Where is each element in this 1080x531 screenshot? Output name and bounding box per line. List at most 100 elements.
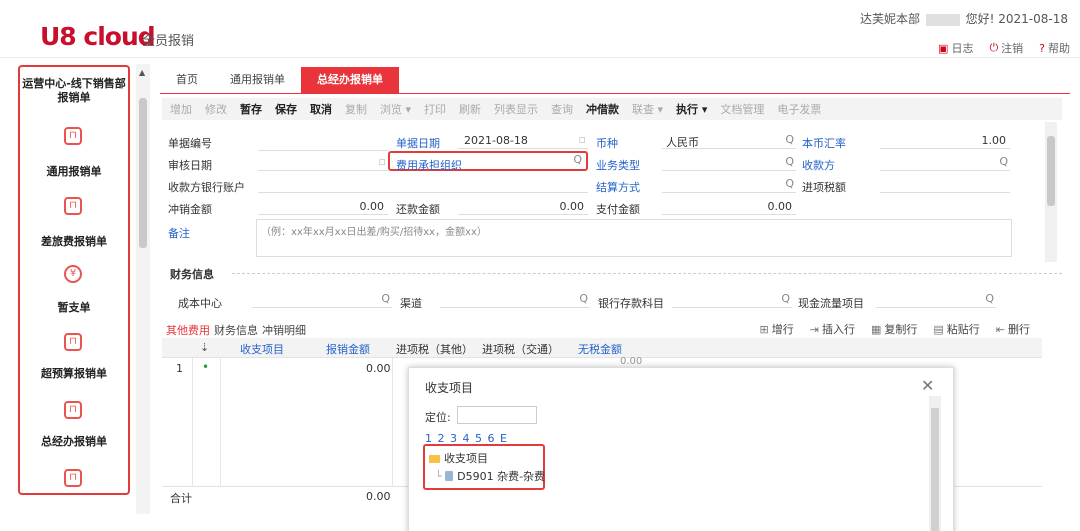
total-label: 合计 — [170, 492, 192, 505]
suitcase-icon[interactable]: ⊓ — [64, 401, 82, 419]
query-button[interactable]: 查询 — [551, 101, 573, 117]
bank-subject-field[interactable]: Q — [672, 292, 792, 308]
channel-field[interactable]: Q — [440, 292, 590, 308]
search-icon[interactable]: Q — [785, 177, 794, 190]
coin-icon[interactable]: ¥ — [64, 265, 82, 283]
refresh-button[interactable]: 刷新 — [459, 101, 481, 117]
locate-input[interactable] — [457, 406, 537, 424]
rate-field[interactable]: 1.00 — [880, 133, 1010, 149]
sidebar-scroll-thumb[interactable] — [139, 98, 147, 248]
tab-general-expense[interactable]: 通用报销单 — [214, 67, 301, 93]
calendar-icon[interactable]: ▫ — [579, 133, 586, 146]
column-header[interactable]: 报销金额 — [326, 341, 370, 357]
offset-loan-button[interactable]: 冲借款 — [586, 101, 619, 117]
tab-offset-detail[interactable]: 冲销明细 — [262, 322, 306, 338]
form-scrollbar[interactable] — [1045, 122, 1057, 262]
tab-gm-office-expense[interactable]: 总经办报销单 — [301, 67, 399, 93]
search-icon[interactable]: Q — [579, 292, 588, 305]
doc-manage-button[interactable]: 文档管理 — [720, 101, 764, 117]
execute-button[interactable]: 执行 ▾ — [676, 101, 707, 117]
stash-button[interactable]: 暂存 — [240, 101, 262, 117]
edit-button[interactable]: 修改 — [205, 101, 227, 117]
dialog-title: 收支项目 — [425, 381, 474, 395]
logout-link[interactable]: ⏻ 注销 — [989, 40, 1023, 56]
currency-field[interactable]: 人民币 Q — [662, 133, 796, 149]
insert-row-icon: ⇥ — [809, 323, 819, 336]
masked-username — [925, 13, 960, 26]
column-header[interactable]: 进项税（交通） — [482, 341, 559, 357]
power-icon: ⏻ — [989, 41, 999, 54]
cashflow-field[interactable]: Q — [876, 292, 996, 308]
column-filter-icon[interactable]: ⇣ — [200, 341, 209, 354]
suitcase-icon[interactable]: ⊓ — [64, 333, 82, 351]
browse-button[interactable]: 浏览 ▾ — [380, 101, 411, 117]
doc-date-label: 单据日期 — [396, 137, 440, 150]
sidebar-item-travel[interactable]: 差旅费报销单 — [20, 233, 128, 249]
search-icon[interactable]: Q — [785, 155, 794, 168]
linked-query-button[interactable]: 联查 ▾ — [632, 101, 663, 117]
search-icon[interactable]: Q — [785, 133, 794, 146]
payee-field[interactable]: Q — [880, 155, 1010, 171]
log-link[interactable]: ▣ 日志 — [938, 40, 973, 56]
column-header[interactable]: 收支项目 — [240, 341, 284, 357]
user-greeting: 达芙妮本部 您好! 2021-08-18 — [860, 10, 1068, 27]
cost-center-field[interactable]: Q — [252, 292, 392, 308]
tree-root-node[interactable]: 收支项目 — [429, 450, 488, 466]
row-amount[interactable]: 0.00 — [366, 362, 391, 375]
print-button[interactable]: 打印 — [424, 101, 446, 117]
log-icon: ▣ — [938, 41, 949, 55]
list-view-button[interactable]: 列表显示 — [494, 101, 538, 117]
dialog-scroll-thumb[interactable] — [931, 408, 939, 531]
doc-date-field[interactable]: 2021-08-18 ▫ — [458, 133, 588, 149]
bank-account-field[interactable] — [258, 177, 588, 193]
search-icon[interactable]: Q — [781, 292, 790, 305]
copy-button[interactable]: 复制 — [345, 101, 367, 117]
audit-date-field[interactable]: ▫ — [258, 155, 388, 171]
save-button[interactable]: 保存 — [275, 101, 297, 117]
grid-col-divider — [392, 358, 393, 486]
suitcase-icon[interactable]: ⊓ — [64, 197, 82, 215]
add-button[interactable]: 增加 — [170, 101, 192, 117]
search-icon[interactable]: Q — [999, 155, 1008, 168]
add-row-button[interactable]: ⊞ 增行 — [760, 321, 794, 337]
sidebar-scrollbar[interactable]: ▲ — [136, 64, 150, 514]
calendar-icon[interactable]: ▫ — [379, 155, 386, 168]
column-header[interactable]: 无税金额 — [578, 341, 622, 357]
tab-bar: 首页 通用报销单 总经办报销单 — [160, 67, 399, 93]
sidebar-item-general[interactable]: 通用报销单 — [20, 163, 128, 179]
tree-child-node[interactable]: └ D5901 杂费-杂费 — [435, 468, 545, 484]
scroll-up-icon[interactable]: ▲ — [139, 68, 145, 77]
offset-amount-field[interactable]: 0.00 — [258, 199, 388, 215]
paste-row-button[interactable]: ▤ 粘贴行 — [933, 321, 979, 337]
help-link[interactable]: ? 帮助 — [1039, 40, 1070, 56]
tax-field[interactable] — [880, 177, 1010, 193]
column-header[interactable]: 进项税（其他） — [396, 341, 473, 357]
e-invoice-button[interactable]: 电子发票 — [777, 101, 821, 117]
tab-home[interactable]: 首页 — [160, 67, 214, 93]
delete-row-button[interactable]: ⇤ 删行 — [996, 321, 1030, 337]
form-scroll-thumb[interactable] — [1047, 136, 1055, 206]
search-icon[interactable]: Q — [985, 292, 994, 305]
sidebar-item-advance[interactable]: 暂支单 — [20, 299, 128, 315]
insert-row-button[interactable]: ⇥ 插入行 — [810, 321, 855, 337]
org-field[interactable]: Q — [492, 153, 584, 169]
sidebar-item-gm-office[interactable]: 总经办报销单 — [20, 433, 128, 449]
remark-textarea[interactable]: （例：xx年xx月xx日出差/购买/招待xx，金额xx） — [256, 219, 1012, 257]
row-net-amount[interactable]: 0.00 — [620, 356, 642, 367]
suitcase-icon[interactable]: ⊓ — [64, 127, 82, 145]
sidebar-item-overbudget[interactable]: 超预算报销单 — [20, 365, 128, 381]
copy-row-button[interactable]: ▦ 复制行 — [871, 321, 917, 337]
doc-no-field[interactable] — [258, 135, 388, 151]
tab-other-expense[interactable]: 其他费用 — [166, 322, 210, 338]
biz-type-field[interactable]: Q — [662, 155, 796, 171]
repay-amount-field[interactable]: 0.00 — [458, 199, 588, 215]
pay-amount-field[interactable]: 0.00 — [662, 199, 796, 215]
settle-field[interactable]: Q — [662, 177, 796, 193]
cancel-button[interactable]: 取消 — [310, 101, 332, 117]
search-icon[interactable]: Q — [573, 153, 582, 166]
close-icon[interactable]: ✕ — [921, 376, 934, 395]
tab-finance-info[interactable]: 财务信息 — [214, 322, 258, 338]
dialog-scrollbar[interactable] — [929, 396, 941, 531]
suitcase-icon[interactable]: ⊓ — [64, 469, 82, 487]
search-icon[interactable]: Q — [381, 292, 390, 305]
